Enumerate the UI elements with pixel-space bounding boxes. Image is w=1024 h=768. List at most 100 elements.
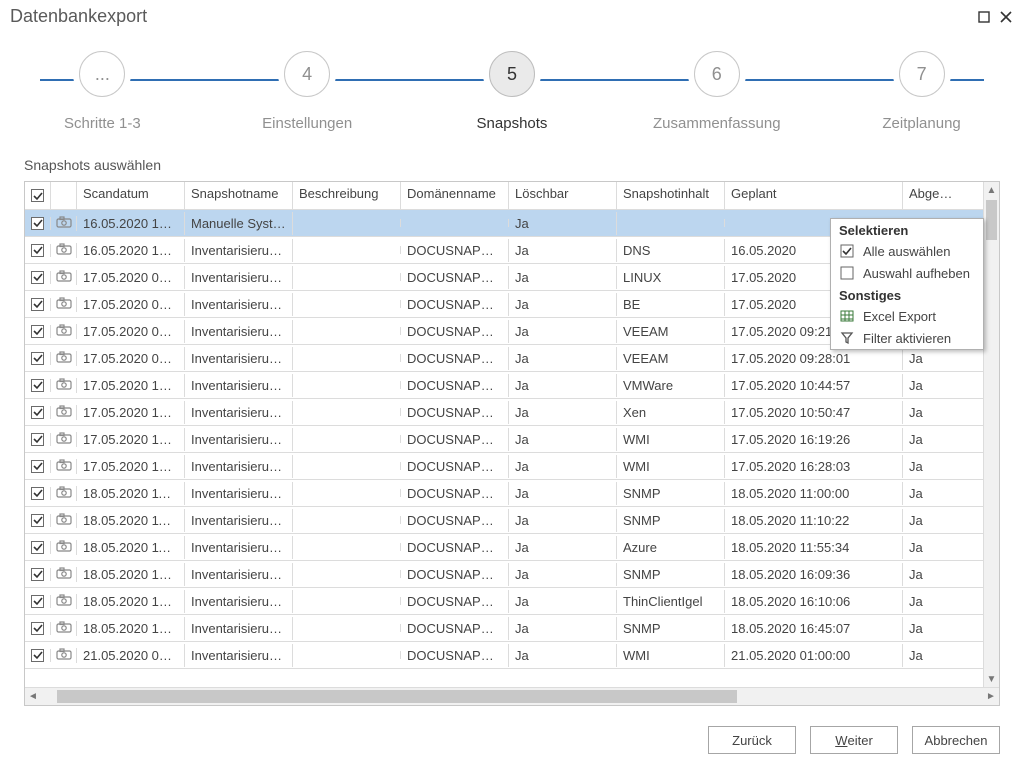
cell-scandatum: 18.05.2020 11:... (77, 536, 185, 559)
step-circle: ... (79, 51, 125, 97)
step-circle: 6 (694, 51, 740, 97)
grid-context-menu[interactable]: Selektieren Alle auswählen Auswahl aufhe… (830, 218, 984, 350)
cell-snapshotname: Inventarisierun... (185, 239, 293, 262)
next-button[interactable]: Weiter (810, 726, 898, 754)
cell-geplant: 17.05.2020 10:50:47 (725, 401, 903, 424)
row-checkbox[interactable] (31, 568, 44, 581)
table-row[interactable]: 17.05.2020 16:...Inventarisierun...DOCUS… (25, 426, 999, 453)
scroll-left-arrow-icon[interactable]: ◄ (25, 691, 41, 702)
cell-scandatum: 17.05.2020 08:... (77, 266, 185, 289)
scroll-up-arrow-icon[interactable]: ▲ (984, 182, 999, 198)
cell-domaenenname: DOCUSNAPSP... (401, 320, 509, 343)
column-header-loeschbar[interactable]: Löschbar (509, 182, 617, 209)
menu-select-all[interactable]: Alle auswählen (831, 240, 983, 262)
scroll-right-arrow-icon[interactable]: ► (983, 691, 999, 702)
menu-activate-filter-label: Filter aktivieren (863, 331, 951, 346)
cell-beschreibung (293, 408, 401, 416)
menu-select-all-label: Alle auswählen (863, 244, 950, 259)
cell-beschreibung (293, 219, 401, 227)
cell-beschreibung (293, 489, 401, 497)
cell-snapshotname: Inventarisierun... (185, 374, 293, 397)
step-circle: 4 (284, 51, 330, 97)
vertical-scrollbar[interactable]: ▲ ▼ (983, 182, 999, 687)
horizontal-scrollbar[interactable]: ◄ ► (25, 687, 999, 705)
cell-snapshotname: Inventarisierun... (185, 509, 293, 532)
cell-loeschbar: Ja (509, 374, 617, 397)
wizard-step-1[interactable]: ... Schritte 1-3 (4, 51, 200, 132)
row-checkbox[interactable] (31, 271, 44, 284)
cell-scandatum: 16.05.2020 17:... (77, 212, 185, 235)
cell-domaenenname: DOCUSNAPSP... (401, 455, 509, 478)
table-row[interactable]: 17.05.2020 16:...Inventarisierun...DOCUS… (25, 453, 999, 480)
cell-scandatum: 16.05.2020 16:... (77, 239, 185, 262)
table-row[interactable]: 18.05.2020 16:...Inventarisierun...DOCUS… (25, 561, 999, 588)
wizard-step-5[interactable]: 7Zeitplanung (824, 51, 1020, 132)
column-header-scandatum[interactable]: Scandatum (77, 182, 185, 209)
cell-geplant: 18.05.2020 16:10:06 (725, 590, 903, 613)
horizontal-scroll-thumb[interactable] (57, 690, 737, 703)
row-checkbox[interactable] (31, 595, 44, 608)
row-checkbox[interactable] (31, 352, 44, 365)
column-header-icon[interactable] (51, 182, 77, 209)
column-header-beschreibung[interactable]: Beschreibung (293, 182, 401, 209)
row-checkbox[interactable] (31, 514, 44, 527)
cell-geplant: 18.05.2020 16:45:07 (725, 617, 903, 640)
row-checkbox[interactable] (31, 433, 44, 446)
table-row[interactable]: 18.05.2020 16:...Inventarisierun...DOCUS… (25, 588, 999, 615)
row-checkbox[interactable] (31, 460, 44, 473)
cell-scandatum: 17.05.2020 09:... (77, 320, 185, 343)
menu-activate-filter[interactable]: Filter aktivieren (831, 327, 983, 349)
cell-scandatum: 17.05.2020 09:... (77, 347, 185, 370)
table-row[interactable]: 17.05.2020 10:...Inventarisierun...DOCUS… (25, 372, 999, 399)
row-checkbox[interactable] (31, 406, 44, 419)
cell-snapshotinhalt: DNS (617, 239, 725, 262)
cell-geplant: 21.05.2020 01:00:00 (725, 644, 903, 667)
step-label: Zeitplanung (882, 115, 960, 132)
wizard-step-3[interactable]: 5Snapshots (414, 51, 610, 132)
cell-snapshotname: Inventarisierun... (185, 293, 293, 316)
row-checkbox[interactable] (31, 649, 44, 662)
row-checkbox[interactable] (31, 622, 44, 635)
table-row[interactable]: 18.05.2020 11:...Inventarisierun...DOCUS… (25, 480, 999, 507)
scroll-down-arrow-icon[interactable]: ▼ (984, 671, 999, 687)
row-checkbox[interactable] (31, 487, 44, 500)
cell-snapshotinhalt: LINUX (617, 266, 725, 289)
close-icon[interactable] (998, 10, 1014, 24)
table-row[interactable]: 18.05.2020 16:...Inventarisierun...DOCUS… (25, 615, 999, 642)
cell-snapshotname: Inventarisierun... (185, 266, 293, 289)
cell-snapshotinhalt: VEEAM (617, 320, 725, 343)
column-header-check[interactable] (25, 182, 51, 209)
menu-excel-export[interactable]: Excel Export (831, 305, 983, 327)
cell-scandatum: 18.05.2020 16:... (77, 590, 185, 613)
table-row[interactable]: 18.05.2020 11:...Inventarisierun...DOCUS… (25, 507, 999, 534)
back-button[interactable]: Zurück (708, 726, 796, 754)
cancel-button[interactable]: Abbrechen (912, 726, 1000, 754)
step-circle: 5 (489, 51, 535, 97)
section-label: Snapshots auswählen (0, 137, 1024, 181)
row-checkbox[interactable] (31, 541, 44, 554)
cell-loeschbar: Ja (509, 347, 617, 370)
menu-deselect-all[interactable]: Auswahl aufheben (831, 262, 983, 284)
column-header-geplant[interactable]: Geplant (725, 182, 903, 209)
maximize-icon[interactable] (976, 10, 992, 24)
column-header-domaenenname[interactable]: Domänenname (401, 182, 509, 209)
row-checkbox[interactable] (31, 244, 44, 257)
row-checkbox[interactable] (31, 379, 44, 392)
table-row[interactable]: 17.05.2020 10:...Inventarisierun...DOCUS… (25, 399, 999, 426)
cell-beschreibung (293, 273, 401, 281)
column-header-snapshotname[interactable]: Snapshotname (185, 182, 293, 209)
select-all-checkbox[interactable] (31, 189, 44, 202)
cell-loeschbar: Ja (509, 509, 617, 532)
row-checkbox[interactable] (31, 325, 44, 338)
cell-loeschbar: Ja (509, 401, 617, 424)
step-label: Schritte 1-3 (64, 115, 141, 132)
wizard-step-2[interactable]: 4Einstellungen (209, 51, 405, 132)
vertical-scroll-thumb[interactable] (986, 200, 997, 240)
wizard-step-4[interactable]: 6Zusammenfassung (619, 51, 815, 132)
table-row[interactable]: 21.05.2020 01:...Inventarisierun...DOCUS… (25, 642, 999, 669)
row-checkbox[interactable] (31, 217, 44, 230)
table-row[interactable]: 18.05.2020 11:...Inventarisierun...DOCUS… (25, 534, 999, 561)
row-checkbox[interactable] (31, 298, 44, 311)
column-header-snapshotinhalt[interactable]: Snapshotinhalt (617, 182, 725, 209)
cell-snapshotinhalt: BE (617, 293, 725, 316)
